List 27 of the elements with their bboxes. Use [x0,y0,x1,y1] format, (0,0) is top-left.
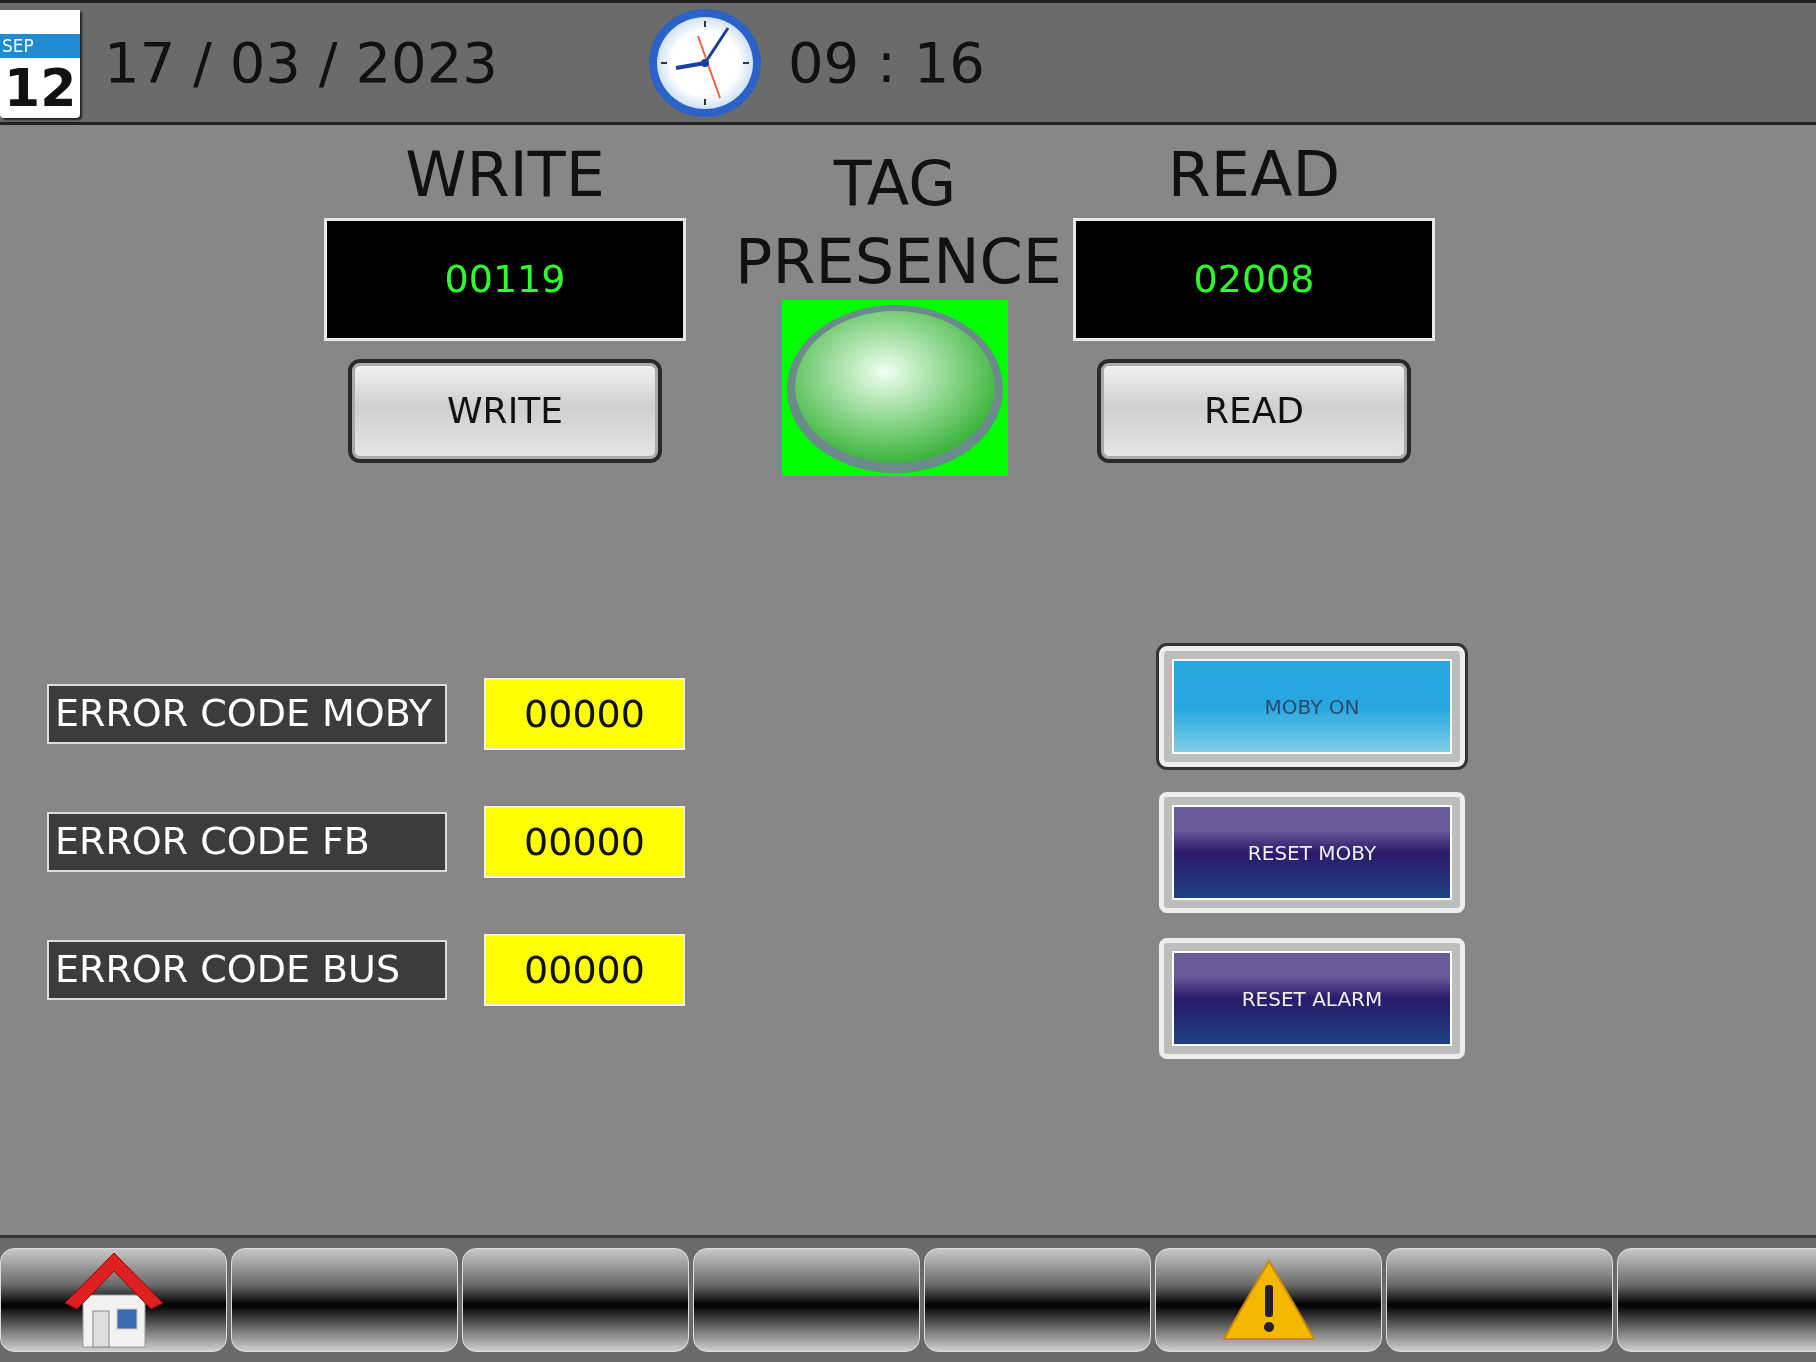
action-button[interactable]: RESET MOBY [1159,792,1465,913]
warning-icon [1221,1259,1316,1341]
nav-button[interactable] [462,1248,689,1352]
write-title: WRITE [405,139,605,211]
error-code-label: ERROR CODE BUS [47,940,447,1000]
nav-button[interactable] [1386,1248,1613,1352]
write-button[interactable]: WRITE [348,359,662,464]
error-code-value: 00000 [484,678,685,750]
calendar-month: SEP [0,33,80,58]
read-value-display: 02008 [1073,218,1435,342]
read-button[interactable]: READ [1097,359,1411,464]
date-display: 17 / 03 / 2023 [104,28,498,97]
nav-button[interactable] [231,1248,458,1352]
time-display: 09 : 16 [787,28,985,97]
nav-button[interactable] [1617,1248,1816,1352]
error-code-value: 00000 [484,806,685,878]
nav-button[interactable] [0,1248,227,1352]
nav-button[interactable] [693,1248,920,1352]
nav-button[interactable] [924,1248,1151,1352]
read-title: READ [1167,139,1341,211]
error-code-label: ERROR CODE FB [47,812,447,872]
error-code-label: ERROR CODE MOBY [47,684,447,744]
error-code-value: 00000 [484,934,685,1006]
nav-button[interactable] [1155,1248,1382,1352]
calendar-day: 12 [0,58,80,117]
action-button[interactable]: RESET ALARM [1159,938,1465,1059]
write-value-display: 00119 [324,218,686,342]
